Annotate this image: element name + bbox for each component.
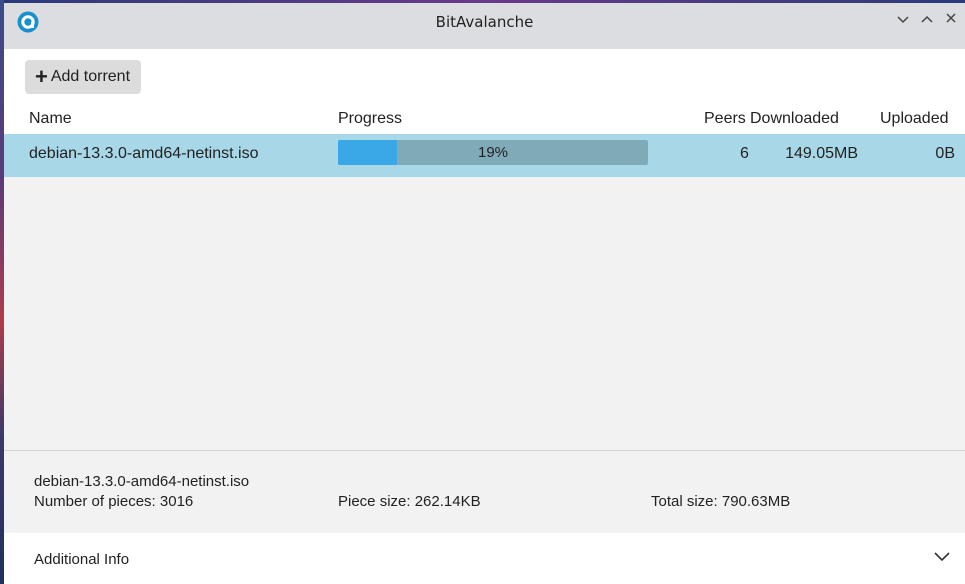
additional-info-expander[interactable]: Additional Info (4, 533, 965, 584)
column-header-uploaded[interactable]: Uploaded (880, 110, 949, 128)
additional-info-label: Additional Info (34, 551, 130, 568)
torrent-peers: 6 (740, 145, 749, 162)
torrent-list-header: Name Progress Peers Downloaded Uploaded (4, 106, 965, 134)
torrent-details-panel: debian-13.3.0-amd64-netinst.iso Number o… (4, 450, 965, 534)
torrent-uploaded: 0B (935, 145, 955, 162)
close-button[interactable] (940, 9, 962, 31)
details-total-size: Total size: 790.63MB (651, 493, 791, 510)
title-bar[interactable]: BitAvalanche (4, 3, 965, 49)
add-torrent-label: Add torrent (50, 68, 131, 85)
minimize-button[interactable] (892, 9, 914, 31)
column-header-progress[interactable]: Progress (338, 110, 402, 128)
torrent-list[interactable]: debian-13.3.0-amd64-netinst.iso 19% 6 14… (4, 134, 965, 450)
details-number-of-pieces: Number of pieces: 3016 (34, 493, 194, 510)
maximize-icon (921, 15, 933, 23)
chevron-down-icon[interactable] (933, 549, 951, 563)
progress-bar: 19% (338, 140, 648, 165)
torrent-downloaded: 149.05MB (785, 145, 858, 162)
column-header-downloaded[interactable]: Downloaded (750, 110, 839, 128)
torrent-name: debian-13.3.0-amd64-netinst.iso (29, 145, 259, 162)
app-window: BitAvalanche + Add torrent Name Progress… (0, 0, 965, 584)
torrent-row[interactable]: debian-13.3.0-amd64-netinst.iso 19% 6 14… (4, 134, 965, 177)
maximize-button[interactable] (916, 9, 938, 31)
details-filename: debian-13.3.0-amd64-netinst.iso (34, 473, 250, 490)
minimize-icon (897, 16, 909, 24)
add-torrent-button[interactable]: + Add torrent (25, 60, 142, 94)
plus-icon: + (35, 64, 48, 89)
toolbar: + Add torrent (4, 49, 965, 101)
close-icon (946, 13, 956, 23)
column-header-peers[interactable]: Peers (704, 110, 746, 128)
window-title: BitAvalanche (435, 13, 534, 31)
details-piece-size: Piece size: 262.14KB (338, 493, 481, 510)
progress-percent: 19% (477, 144, 509, 161)
column-header-name[interactable]: Name (29, 110, 72, 128)
